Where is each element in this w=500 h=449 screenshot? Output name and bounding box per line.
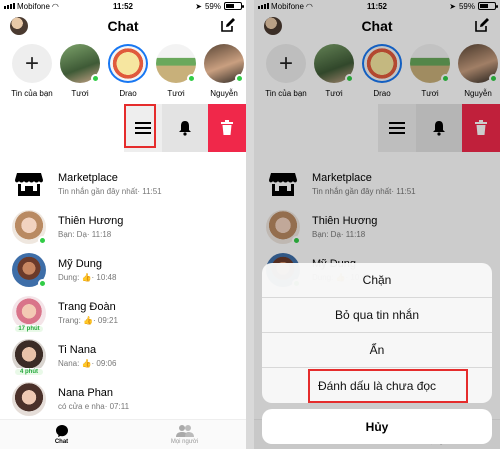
conversation-name: Mỹ Dung: [58, 257, 103, 270]
trash-icon: [221, 120, 233, 135]
block-option[interactable]: Chặn: [262, 263, 492, 298]
conversation-name: Ti Nana: [58, 343, 97, 356]
conversation-preview: Bạn: Dạ· 11:18: [58, 229, 112, 239]
status-bar: Mobifone ◠ 11:52 ➤ 59%: [0, 0, 246, 12]
profile-avatar[interactable]: [10, 17, 28, 35]
tab-people[interactable]: Mọi người: [123, 420, 246, 449]
plus-icon[interactable]: +: [12, 44, 52, 83]
tab-label: Mọi người: [170, 439, 199, 445]
chat-header: Chat: [0, 12, 246, 40]
location-icon: ➤: [195, 1, 202, 11]
wifi-icon: ◠: [51, 1, 59, 11]
avatar: 17 phút: [12, 295, 46, 333]
stories-row: + Tin của bạn Tươi Drao Tươi Nguyễn: [0, 40, 246, 98]
story-item[interactable]: Drao: [106, 40, 150, 98]
list-item[interactable]: 4 phút Ti Nana Nana: 👍· 09:06: [0, 334, 246, 377]
status-time: 11:52: [112, 1, 134, 11]
conversation-preview: có cửa e nha· 07:11: [58, 401, 130, 411]
avatar: [12, 381, 46, 416]
avatar: [60, 44, 100, 83]
online-indicator: [187, 74, 196, 83]
hide-option[interactable]: Ẩn: [262, 333, 492, 368]
conversation-name: Thiên Hương: [58, 214, 124, 227]
carrier: Mobifone ◠: [4, 2, 59, 11]
online-indicator: [38, 278, 47, 288]
active-badge: 4 phút: [14, 367, 44, 376]
conversation-name: Nana Phan: [58, 386, 114, 399]
story-label: Nguyễn: [210, 89, 238, 98]
avatar: [108, 44, 148, 83]
signal-icon: [4, 3, 15, 9]
list-item[interactable]: 17 phút Trang Đoàn Trang: 👍· 09:21: [0, 291, 246, 334]
online-indicator: [38, 235, 47, 245]
highlight-box: [308, 369, 468, 403]
conversation-preview: Tin nhắn gần đây nhất· 11:51: [58, 186, 162, 196]
divider: [246, 0, 254, 449]
list-item[interactable]: Nana Phan có cửa e nha· 07:11: [0, 377, 246, 420]
marketplace-icon: [12, 166, 46, 201]
cancel-button[interactable]: Hủy: [262, 409, 492, 444]
carrier-name: Mobifone: [17, 1, 50, 11]
avatar: [156, 44, 196, 83]
people-icon: [175, 425, 194, 437]
story-item[interactable]: Nguyễn: [202, 40, 246, 98]
compose-icon[interactable]: [220, 17, 236, 33]
phone-screen-right: Mobifone ◠ 11:52 ➤ 59% Chat + Tin của bạ…: [254, 0, 500, 449]
online-indicator: [235, 74, 244, 83]
story-item[interactable]: Tươi: [154, 40, 198, 98]
chat-bubble-icon: [55, 425, 68, 437]
list-item[interactable]: Thiên Hương Bạn: Dạ· 11:18: [0, 205, 246, 248]
page-title: Chat: [107, 18, 139, 34]
story-add[interactable]: + Tin của bạn: [10, 40, 54, 98]
conversation-name: Trang Đoàn: [58, 300, 116, 313]
story-item[interactable]: Tươi: [58, 40, 102, 98]
tab-chat[interactable]: Chat: [0, 420, 123, 449]
battery-percent: 59%: [204, 1, 221, 11]
avatar: [204, 44, 244, 83]
tab-bar: Chat Mọi người: [0, 419, 246, 449]
conversation-list: Marketplace Tin nhắn gần đây nhất· 11:51 …: [0, 162, 246, 420]
list-item[interactable]: Mỹ Dung Dung: 👍· 10:48: [0, 248, 246, 291]
conversation-name: Marketplace: [58, 171, 118, 184]
list-item[interactable]: Marketplace Tin nhắn gần đây nhất· 11:51: [0, 162, 246, 205]
avatar: [12, 209, 47, 245]
conversation-preview: Trang: 👍· 09:21: [58, 315, 118, 325]
ignore-messages-option[interactable]: Bỏ qua tin nhắn: [262, 298, 492, 333]
battery-icon: [224, 2, 244, 10]
active-badge: 17 phút: [14, 324, 44, 333]
delete-button[interactable]: [208, 104, 246, 152]
mute-button[interactable]: [162, 104, 208, 152]
tab-label: Chat: [54, 439, 69, 445]
swipe-actions: [0, 104, 246, 152]
avatar: 4 phút: [12, 338, 46, 376]
highlight-box: [124, 104, 156, 148]
phone-screen-left: Mobifone ◠ 11:52 ➤ 59% Chat + Tin của bạ…: [0, 0, 246, 449]
avatar: [12, 252, 47, 288]
conversation-preview: Dung: 👍· 10:48: [58, 272, 117, 282]
bell-icon: [179, 121, 191, 136]
conversation-preview: Nana: 👍· 09:06: [58, 358, 117, 368]
online-indicator: [91, 74, 100, 83]
